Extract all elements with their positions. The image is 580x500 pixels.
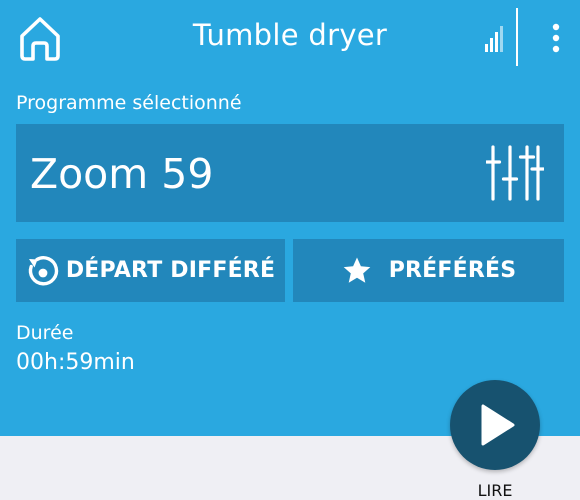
- overflow-menu-button[interactable]: [544, 18, 568, 58]
- timer-restart-icon: [28, 255, 58, 285]
- signal-button[interactable]: [478, 22, 506, 54]
- play-icon: [481, 404, 515, 446]
- favorites-button[interactable]: PRÉFÉRÉS: [293, 239, 564, 302]
- duration-value: 00h:59min: [16, 350, 135, 375]
- play-button[interactable]: [450, 380, 540, 470]
- program-name: Zoom 59: [30, 150, 214, 198]
- home-icon: [20, 17, 60, 61]
- sliders-icon: [486, 145, 544, 201]
- favorites-label: PRÉFÉRÉS: [388, 258, 517, 283]
- app-header: Tumble dryer: [0, 0, 580, 78]
- delayed-start-button[interactable]: DÉPART DIFFÉRÉ: [16, 239, 285, 302]
- header-divider: [516, 8, 518, 66]
- selected-program-card[interactable]: Zoom 59: [16, 124, 564, 222]
- program-section-label: Programme sélectionné: [16, 92, 242, 114]
- signal-bars-icon: [485, 26, 503, 52]
- more-vertical-icon: [552, 23, 560, 53]
- delayed-start-label: DÉPART DIFFÉRÉ: [65, 258, 276, 283]
- play-label: LIRE: [477, 481, 513, 500]
- home-button[interactable]: [14, 12, 66, 64]
- star-icon: [343, 257, 371, 283]
- duration-label: Durée: [16, 322, 74, 344]
